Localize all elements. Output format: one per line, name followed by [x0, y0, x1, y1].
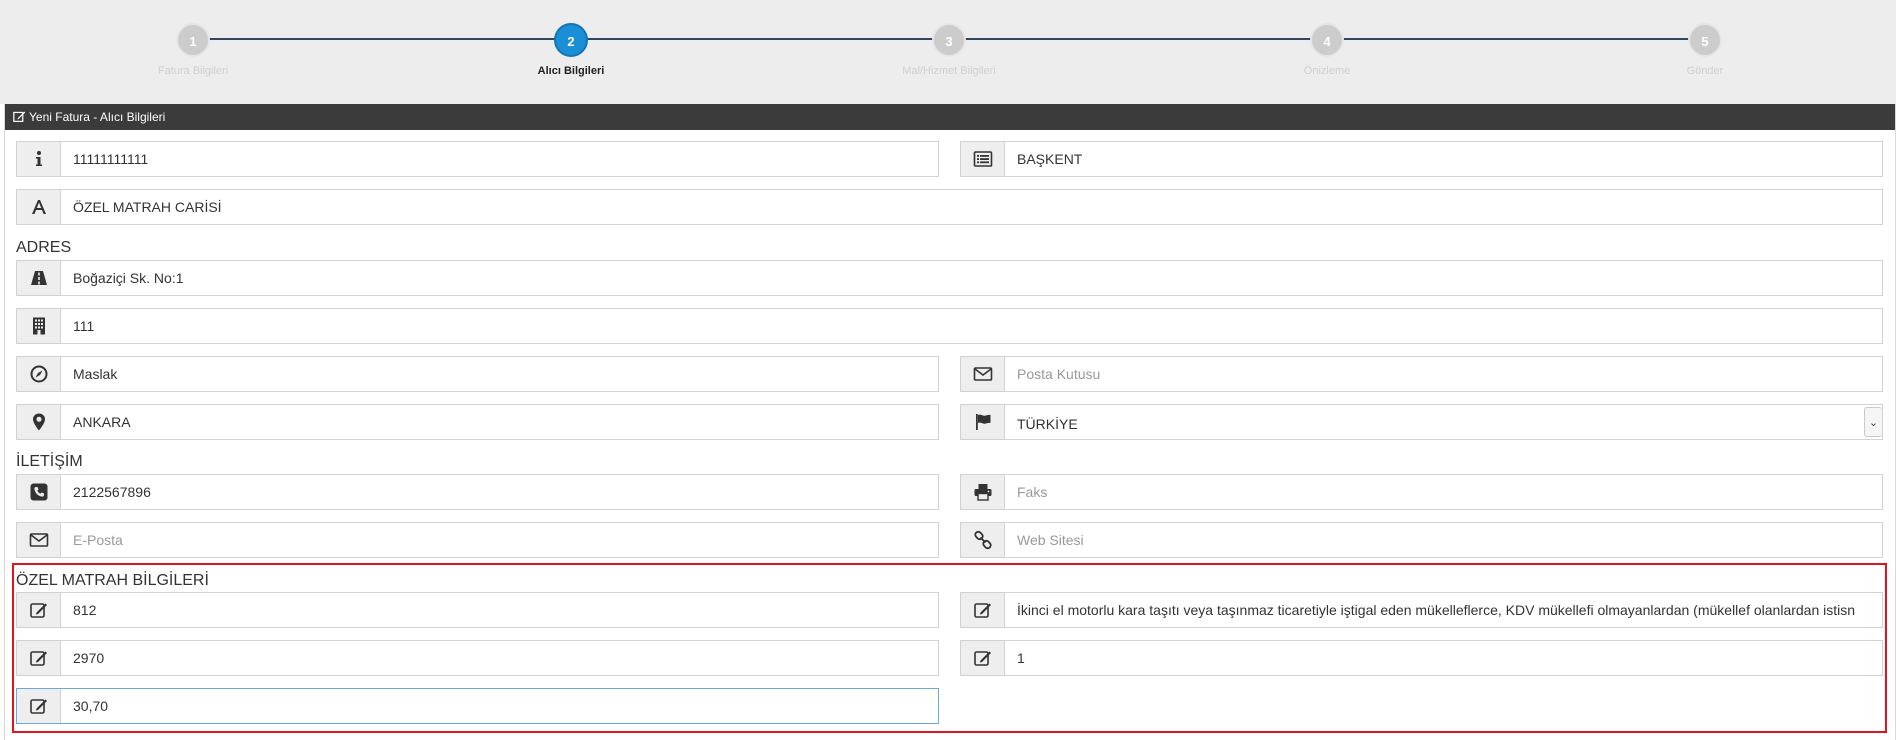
city-value: ANKARA [73, 414, 131, 430]
step-4-label: Önizleme [1303, 65, 1351, 77]
special-code-field[interactable]: 812 [16, 592, 939, 628]
step-5-number: 5 [1688, 23, 1722, 57]
po-box-placeholder: Posta Kutusu [1017, 366, 1101, 382]
info-icon [17, 142, 61, 176]
district-value: Maslak [73, 366, 118, 382]
tax-id-field[interactable]: 11111111111 [16, 141, 939, 177]
edit-icon [13, 111, 26, 122]
compass-icon [17, 357, 61, 391]
step-5-label: Gönder [1686, 65, 1724, 77]
step-5[interactable]: 5 Gönder [1605, 23, 1805, 77]
special-rate-field[interactable]: 30,70 [16, 688, 939, 724]
special-desc-value: İkinci el motorlu kara taşıtı veya taşın… [1017, 602, 1856, 618]
step-3-number: 3 [932, 23, 966, 57]
edit-icon [17, 689, 61, 723]
street-value: Boğaziçi Sk. No:1 [73, 270, 184, 286]
website-field[interactable]: Web Sitesi [960, 522, 1883, 558]
phone-icon [17, 475, 61, 509]
phone-value: 2122567896 [73, 484, 151, 500]
print-icon [961, 475, 1005, 509]
special-amount-field[interactable]: 2970 [16, 640, 939, 676]
edit-icon [17, 641, 61, 675]
tax-office-field[interactable]: BAŞKENT [960, 141, 1883, 177]
map-marker-icon [17, 405, 61, 439]
street-field[interactable]: Boğaziçi Sk. No:1 [16, 260, 1883, 296]
step-4[interactable]: 4 Önizleme [1227, 23, 1427, 77]
chevron-down-icon[interactable]: ⌄ [1864, 407, 1882, 437]
edit-icon [961, 641, 1005, 675]
phone-field[interactable]: 2122567896 [16, 474, 939, 510]
step-4-number: 4 [1310, 23, 1344, 57]
email-placeholder: E-Posta [73, 532, 123, 548]
special-amount-value: 2970 [73, 650, 105, 666]
tax-id-value: 11111111111 [73, 151, 149, 167]
address-section-title: ADRES [16, 239, 72, 256]
fax-field[interactable]: Faks [960, 474, 1883, 510]
contact-section-title: İLETİŞİM [16, 453, 83, 470]
step-3-label: Mal/Hizmet Bilgileri [902, 65, 996, 77]
title-value: ÖZEL MATRAH CARİSİ [73, 199, 222, 215]
link-icon [961, 523, 1005, 557]
envelope-icon [17, 523, 61, 557]
special-rate-value: 30,70 [73, 698, 109, 714]
building-icon [17, 309, 61, 343]
edit-icon [17, 593, 61, 627]
road-icon [17, 261, 61, 295]
envelope-icon [961, 357, 1005, 391]
special-desc-field[interactable]: İkinci el motorlu kara taşıtı veya taşın… [960, 592, 1883, 628]
step-1-label: Fatura Bilgileri [157, 65, 229, 77]
step-1-number: 1 [176, 23, 210, 57]
special-code-value: 812 [73, 602, 97, 618]
po-box-field[interactable]: Posta Kutusu [960, 356, 1883, 392]
font-icon [17, 190, 61, 224]
step-3[interactable]: 3 Mal/Hizmet Bilgileri [849, 23, 1049, 77]
special-qty-field[interactable]: 1 [960, 640, 1883, 676]
fax-placeholder: Faks [1017, 484, 1048, 500]
special-qty-value: 1 [1017, 650, 1025, 666]
building-no-value: 111 [73, 318, 95, 334]
panel-title: Yeni Fatura - Alıcı Bilgileri [29, 110, 166, 124]
wizard-stepper: 1 Fatura Bilgileri 2 Alıcı Bilgileri 3 M… [0, 0, 1896, 104]
country-value: TÜRKİYE [1017, 416, 1078, 432]
district-field[interactable]: Maslak [16, 356, 939, 392]
list-icon [961, 142, 1005, 176]
special-section-title: ÖZEL MATRAH BİLGİLERİ [16, 572, 209, 589]
building-no-field[interactable]: 111 [16, 308, 1883, 344]
country-select[interactable]: TÜRKİYE ⌄ [960, 404, 1883, 440]
flag-icon [961, 405, 1005, 439]
step-1[interactable]: 1 Fatura Bilgileri [93, 23, 293, 77]
step-2-number: 2 [554, 23, 588, 57]
step-2[interactable]: 2 Alıcı Bilgileri [471, 23, 671, 77]
city-field[interactable]: ANKARA [16, 404, 939, 440]
email-field[interactable]: E-Posta [16, 522, 939, 558]
title-field[interactable]: ÖZEL MATRAH CARİSİ [16, 189, 1883, 225]
tax-office-value: BAŞKENT [1017, 151, 1083, 167]
edit-icon [961, 593, 1005, 627]
website-placeholder: Web Sitesi [1017, 532, 1084, 548]
step-2-label: Alıcı Bilgileri [537, 65, 605, 77]
panel-header: Yeni Fatura - Alıcı Bilgileri [5, 104, 1895, 130]
